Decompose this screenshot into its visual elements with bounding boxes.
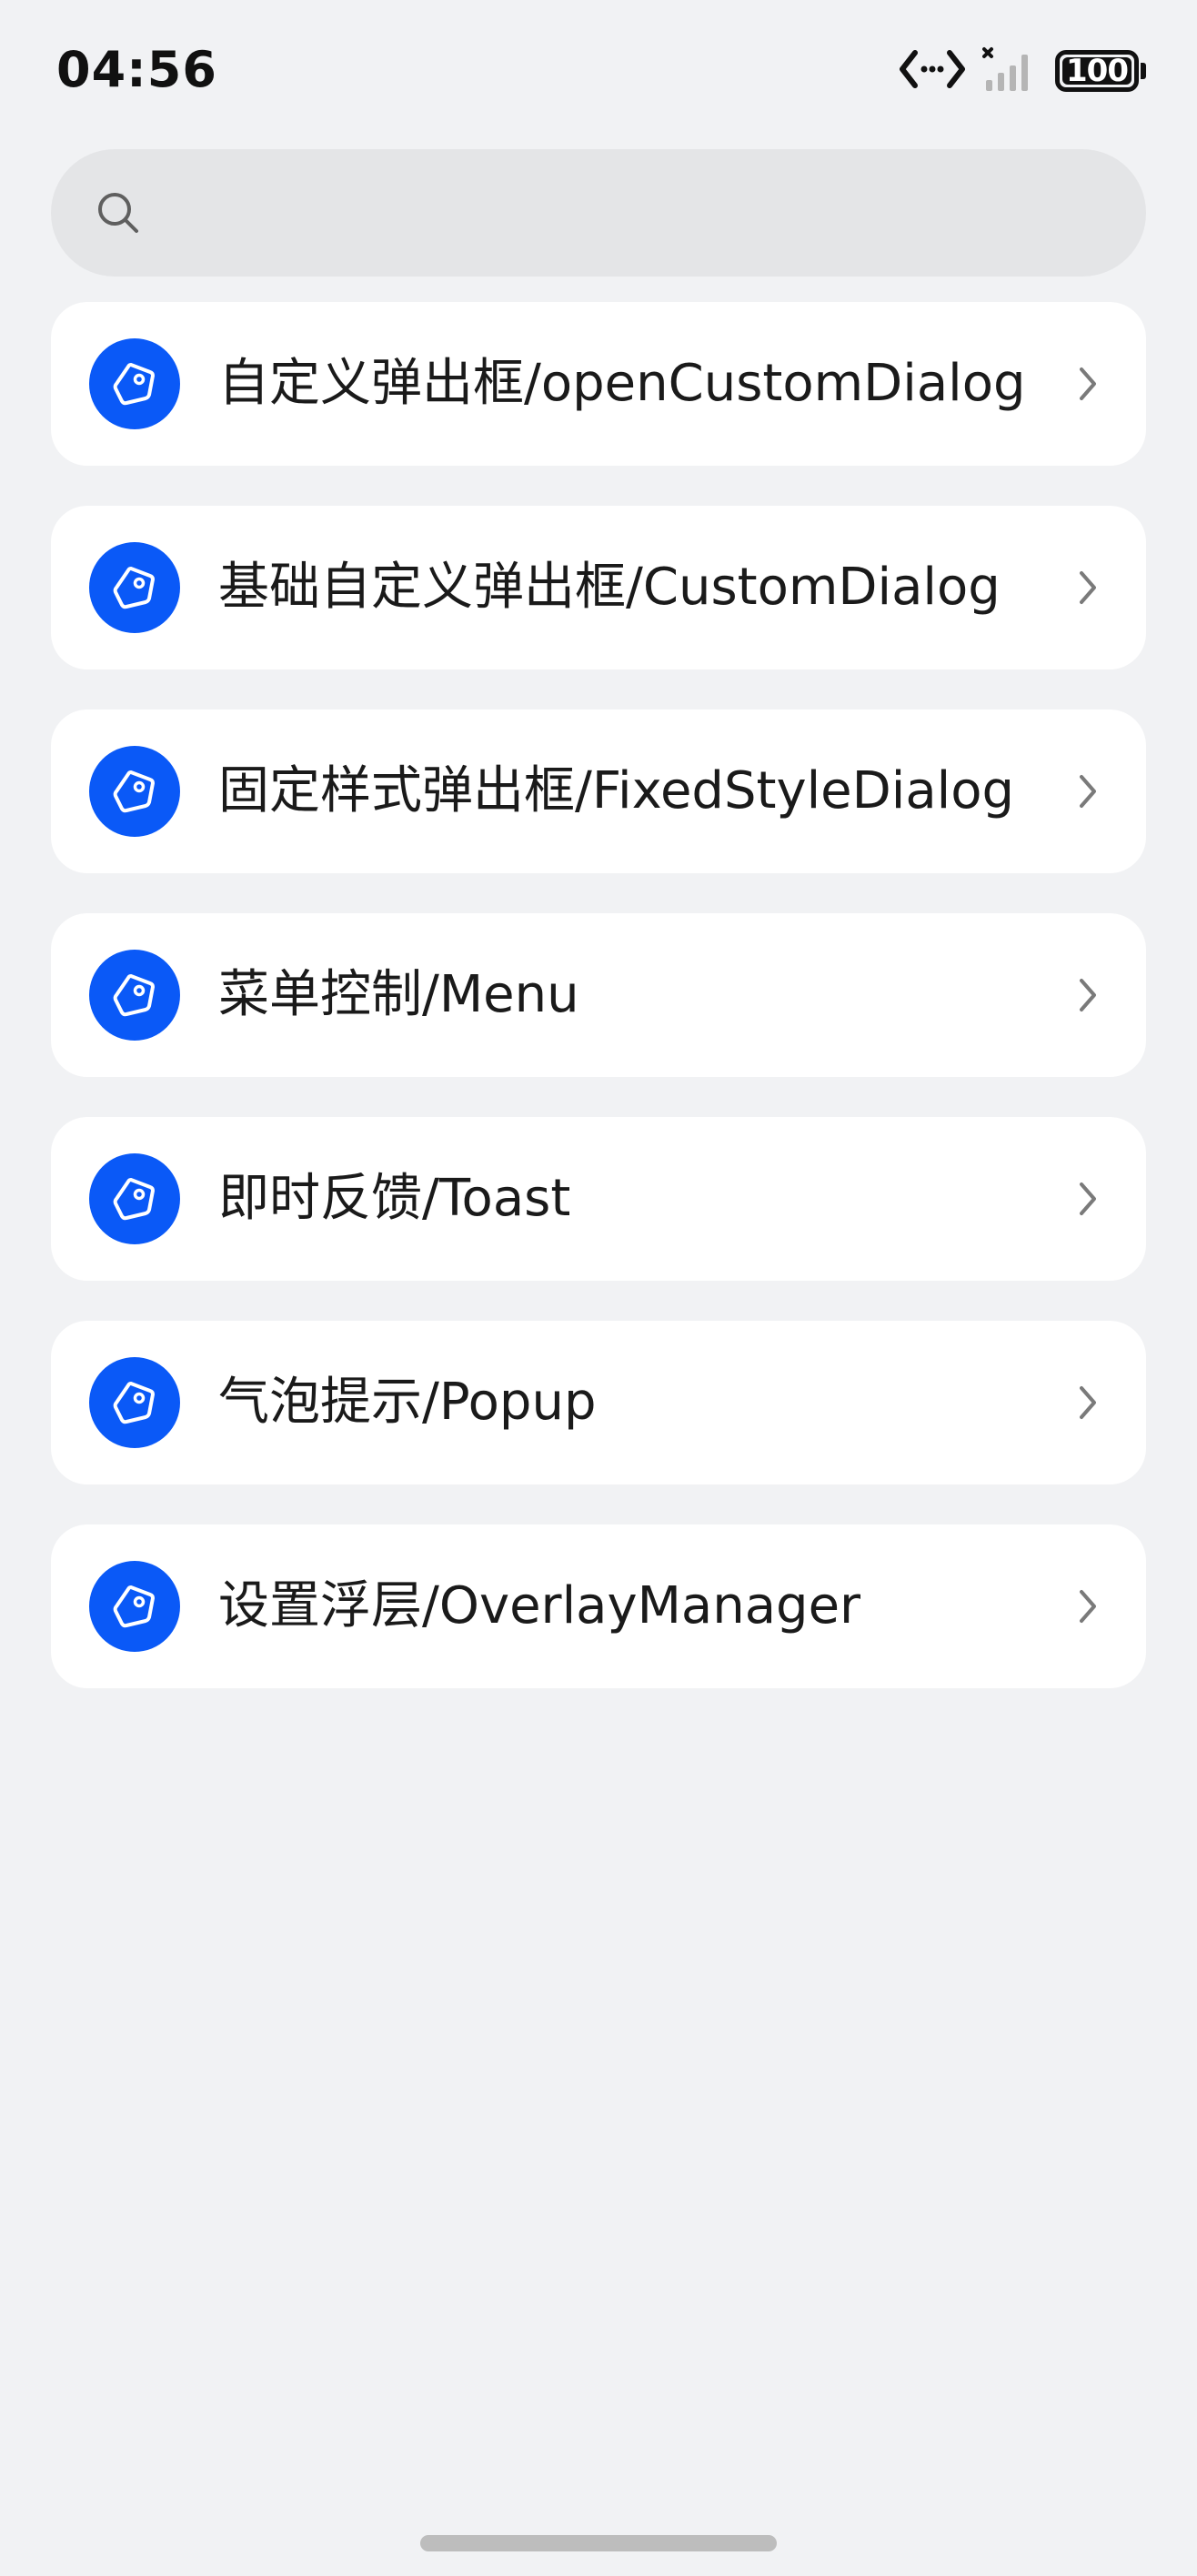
list-item-label: 气泡提示/Popup (218, 1373, 597, 1432)
list-item-label: 菜单控制/Menu (218, 965, 579, 1024)
tag-icon (89, 542, 180, 633)
search-icon (91, 186, 146, 240)
list-item-label: 基础自定义弹出框/CustomDialog (218, 558, 1001, 617)
search-bar[interactable] (51, 148, 1146, 277)
chevron-right-icon (1070, 1381, 1106, 1424)
chevron-right-icon (1070, 1585, 1106, 1628)
status-icons: 100 (899, 45, 1146, 96)
tag-icon (89, 1153, 180, 1244)
chevron-right-icon (1070, 362, 1106, 406)
chevron-right-icon (1070, 1177, 1106, 1221)
tag-icon (89, 746, 180, 837)
chevron-right-icon (1070, 770, 1106, 813)
home-indicator[interactable] (420, 2535, 777, 2551)
chevron-right-icon (1070, 973, 1106, 1017)
status-time: 04:56 (56, 41, 217, 98)
list-item-label: 自定义弹出框/openCustomDialog (218, 354, 1026, 413)
list-item-label: 即时反馈/Toast (218, 1169, 571, 1228)
status-bar: 04:56 100 (0, 0, 1197, 146)
data-transfer-icon (899, 47, 966, 95)
chevron-right-icon (1070, 566, 1106, 609)
component-list: 自定义弹出框/openCustomDialog 基础自定义弹出框/CustomD… (51, 302, 1146, 1728)
list-item-popup[interactable]: 气泡提示/Popup (51, 1321, 1146, 1484)
list-item-open-custom-dialog[interactable]: 自定义弹出框/openCustomDialog (51, 302, 1146, 466)
battery-level: 100 (1066, 53, 1129, 89)
signal-no-service-icon (982, 45, 1039, 96)
list-item-label: 设置浮层/OverlayManager (218, 1576, 861, 1635)
tag-icon (89, 950, 180, 1041)
search-input[interactable] (146, 148, 1146, 277)
list-item-menu[interactable]: 菜单控制/Menu (51, 913, 1146, 1077)
list-item-overlay-manager[interactable]: 设置浮层/OverlayManager (51, 1524, 1146, 1688)
battery-icon: 100 (1055, 50, 1146, 92)
list-item-fixed-style-dialog[interactable]: 固定样式弹出框/FixedStyleDialog (51, 709, 1146, 873)
list-item-label: 固定样式弹出框/FixedStyleDialog (218, 761, 1014, 820)
battery-cap (1141, 63, 1146, 79)
list-item-toast[interactable]: 即时反馈/Toast (51, 1117, 1146, 1281)
battery-body: 100 (1055, 50, 1139, 92)
tag-icon (89, 1357, 180, 1448)
list-item-custom-dialog[interactable]: 基础自定义弹出框/CustomDialog (51, 506, 1146, 669)
tag-icon (89, 338, 180, 429)
tag-icon (89, 1561, 180, 1652)
